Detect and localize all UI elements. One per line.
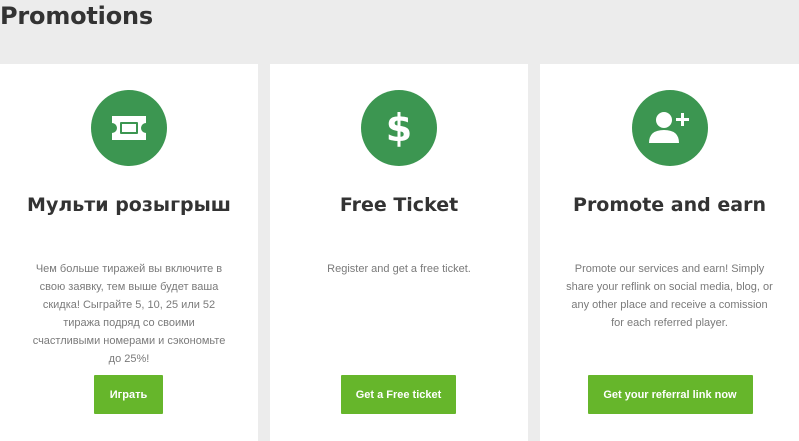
promo-card-free-ticket: $ Free Ticket Register and get a free ti…	[270, 64, 528, 441]
card-description: Register and get a free ticket.	[327, 263, 471, 275]
card-description: Promote our services and earn! Simply sh…	[566, 263, 773, 329]
add-user-icon	[631, 90, 708, 166]
card-title: Free Ticket	[339, 194, 459, 216]
promo-card-promote-earn: Promote and earn Promote our services an…	[540, 64, 799, 441]
get-referral-link-button[interactable]: Get your referral link now	[587, 375, 753, 414]
play-button[interactable]: Играть	[94, 375, 163, 414]
svg-text:$: $	[386, 107, 412, 149]
page-title: Promotions	[0, 2, 153, 30]
dollar-icon: $	[361, 90, 437, 166]
promo-card-multi-draw: Мульти розыгрыш Чем больше тиражей вы вк…	[0, 64, 258, 441]
ticket-icon	[91, 90, 167, 166]
card-description: Чем больше тиражей вы включите в свою за…	[32, 263, 226, 365]
card-title: Мульти розыгрыш	[27, 194, 231, 216]
card-title: Promote and earn	[573, 194, 766, 216]
get-free-ticket-button[interactable]: Get a Free ticket	[341, 375, 456, 414]
